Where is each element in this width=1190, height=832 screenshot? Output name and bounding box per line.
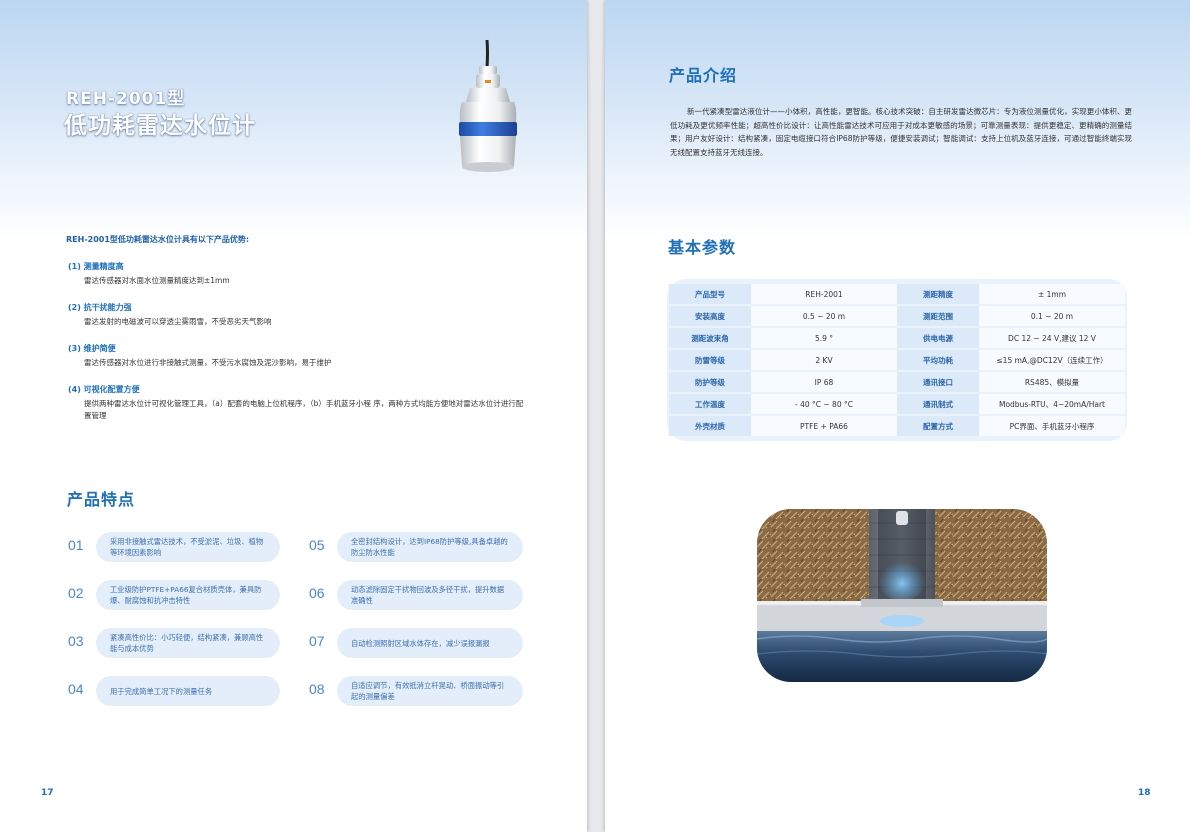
- advantages-heading: REH-2001型低功耗雷达水位计具有以下产品优势:: [66, 235, 250, 244]
- param-value: 2 KV: [751, 350, 897, 370]
- feature-text: 动态滤除固定干扰物回波及多径干扰，提升数据准确性: [337, 580, 523, 610]
- param-value: 0.1 ~ 20 m: [979, 306, 1125, 326]
- feature-number: 08: [309, 681, 325, 697]
- advantage-desc: 雷达发射的电磁波可以穿透尘雾雨雪，不受恶劣天气影响: [84, 317, 272, 326]
- param-label: 通讯接口: [897, 372, 979, 392]
- advantage-title: (4) 可视化配置方便: [68, 385, 140, 394]
- page-number: 17: [41, 788, 54, 798]
- feature-number: 07: [309, 633, 325, 649]
- param-label: 防护等级: [669, 372, 751, 392]
- advantage-item: (2) 抗干扰能力强 雷达发射的电磁波可以穿透尘雾雨雪，不受恶劣天气影响: [68, 302, 538, 328]
- page-number: 18: [1138, 788, 1151, 798]
- feature-text: 工业级防护PTFE+PA66复合材质壳体，兼具防爆、耐腐蚀和抗冲击特性: [96, 580, 280, 610]
- param-value: PTFE + PA66: [751, 416, 897, 436]
- param-value: 0.5 ~ 20 m: [751, 306, 897, 326]
- table-row: 防护等级 IP 68 通讯接口 RS485、模拟量: [669, 372, 1125, 392]
- param-label: 通讯制式: [897, 394, 979, 414]
- feature-text: 采用非接触式雷达技术，不受淤泥、垃圾、植物等环境因素影响: [96, 532, 280, 562]
- feature-number: 05: [309, 537, 325, 553]
- param-label: 工作温度: [669, 394, 751, 414]
- param-label: 配置方式: [897, 416, 979, 436]
- feature-number: 04: [68, 681, 84, 697]
- param-value: DC 12 ~ 24 V,建议 12 V: [979, 328, 1125, 348]
- table-row: 测距波束角 5.9 ° 供电电源 DC 12 ~ 24 V,建议 12 V: [669, 328, 1125, 348]
- param-label: 防雷等级: [669, 350, 751, 370]
- param-value: RS485、模拟量: [979, 372, 1125, 392]
- features-heading: 产品特点: [67, 490, 136, 509]
- advantage-desc: 雷达传感器对水面水位测量精度达到±1mm: [84, 276, 230, 285]
- advantage-item: (4) 可视化配置方便 提供两种雷达水位计可视化管理工具，（a）配套的电脑上位机…: [68, 384, 538, 422]
- feature-text: 自动检测照射区域水体存在，减少误报漏报: [337, 628, 523, 658]
- installation-scene-image: [757, 509, 1047, 682]
- advantage-title: (1) 测量精度高: [68, 262, 124, 271]
- param-label: 测距范围: [897, 306, 979, 326]
- param-label: 安装高度: [669, 306, 751, 326]
- feature-text: 自适应调节，有效抵消立杆晃动、桥面振动等引起的测量偏差: [337, 676, 523, 706]
- param-value: ≤15 mA,@DC12V（连续工作）: [979, 350, 1125, 370]
- feature-text: 全密封结构设计，达到IP68防护等级,具备卓越的防尘防水性能: [337, 532, 523, 562]
- feature-text: 用于完成简单工况下的测量任务: [96, 676, 280, 706]
- radar-sensor-image: [459, 39, 517, 172]
- params-heading: 基本参数: [668, 238, 737, 257]
- advantage-item: (1) 测量精度高 雷达传感器对水面水位测量精度达到±1mm: [68, 261, 538, 287]
- feature-text: 紧凑高性价比：小巧轻便，结构紧凑，兼顾高性能与成本优势: [96, 628, 280, 658]
- advantage-desc: 雷达传感器对水位进行非接触式测量，不受污水腐蚀及泥沙影响，易于维护: [84, 358, 332, 367]
- advantage-title: (3) 维护简便: [68, 344, 116, 353]
- param-label: 外壳材质: [669, 416, 751, 436]
- param-label: 供电电源: [897, 328, 979, 348]
- advantage-title: (2) 抗干扰能力强: [68, 303, 132, 312]
- param-value: ± 1mm: [979, 284, 1125, 304]
- left-page: REH-2001型 低功耗雷达水位计 REH-2001型低功耗雷达水位计具有以下…: [0, 0, 587, 832]
- param-value: - 40 °C ~ 80 °C: [751, 394, 897, 414]
- intro-text: 新一代紧凑型雷达液位计——小体积，高性能，更智能。核心技术突破：自主研发雷达微芯…: [670, 107, 1132, 157]
- param-value: REH-2001: [751, 284, 897, 304]
- param-value: 5.9 °: [751, 328, 897, 348]
- params-table: 产品型号 REH-2001 测距精度 ± 1mm 安装高度 0.5 ~ 20 m…: [669, 282, 1125, 438]
- feature-number: 03: [68, 633, 84, 649]
- param-value: IP 68: [751, 372, 897, 392]
- param-label: 平均功耗: [897, 350, 979, 370]
- param-label: 测距精度: [897, 284, 979, 304]
- right-page: 产品介绍 新一代紧凑型雷达液位计——小体积，高性能，更智能。核心技术突破：自主研…: [605, 0, 1190, 832]
- table-row: 防雷等级 2 KV 平均功耗 ≤15 mA,@DC12V（连续工作）: [669, 350, 1125, 370]
- advantage-item: (3) 维护简便 雷达传感器对水位进行非接触式测量，不受污水腐蚀及泥沙影响，易于…: [68, 343, 538, 369]
- table-row: 外壳材质 PTFE + PA66 配置方式 PC界面、手机蓝牙小程序: [669, 416, 1125, 436]
- param-value: Modbus-RTU、4~20mA/Hart: [979, 394, 1125, 414]
- param-value: PC界面、手机蓝牙小程序: [979, 416, 1125, 436]
- param-label: 产品型号: [669, 284, 751, 304]
- feature-number: 02: [68, 585, 84, 601]
- table-row: 安装高度 0.5 ~ 20 m 测距范围 0.1 ~ 20 m: [669, 306, 1125, 326]
- table-row: 工作温度 - 40 °C ~ 80 °C 通讯制式 Modbus-RTU、4~2…: [669, 394, 1125, 414]
- table-row: 产品型号 REH-2001 测距精度 ± 1mm: [669, 284, 1125, 304]
- advantage-desc: 提供两种雷达水位计可视化管理工具，（a）配套的电脑上位机程序，（b）手机蓝牙小程…: [84, 399, 524, 420]
- intro-heading: 产品介绍: [669, 66, 738, 85]
- feature-number: 06: [309, 585, 325, 601]
- feature-number: 01: [68, 537, 84, 553]
- product-title: 低功耗雷达水位计: [64, 113, 256, 139]
- param-label: 测距波束角: [669, 328, 751, 348]
